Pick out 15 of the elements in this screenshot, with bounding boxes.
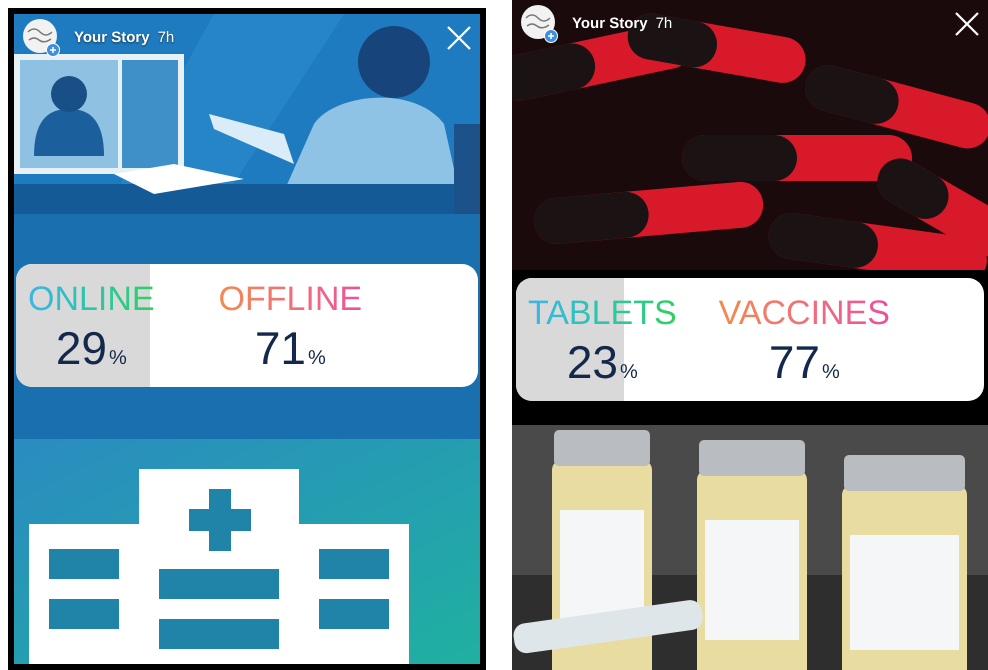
story-title: Your Story	[572, 14, 648, 34]
story-time: 7h	[656, 14, 672, 34]
percent-sign: %	[822, 360, 840, 384]
vote-percentage: 77	[768, 336, 820, 386]
avatar-icon	[22, 18, 58, 54]
vote-percentage: 29	[56, 322, 107, 372]
story-title: Your Story	[74, 28, 150, 48]
percent-sign: %	[308, 346, 326, 370]
close-icon[interactable]	[954, 11, 980, 37]
vote-percentage: 71	[254, 322, 306, 372]
percent-sign: %	[108, 346, 127, 370]
vote-percentage: 23	[566, 336, 618, 386]
percent-sign: %	[620, 360, 638, 384]
story-time: 7h	[158, 28, 174, 48]
avatar-icon	[520, 4, 556, 40]
